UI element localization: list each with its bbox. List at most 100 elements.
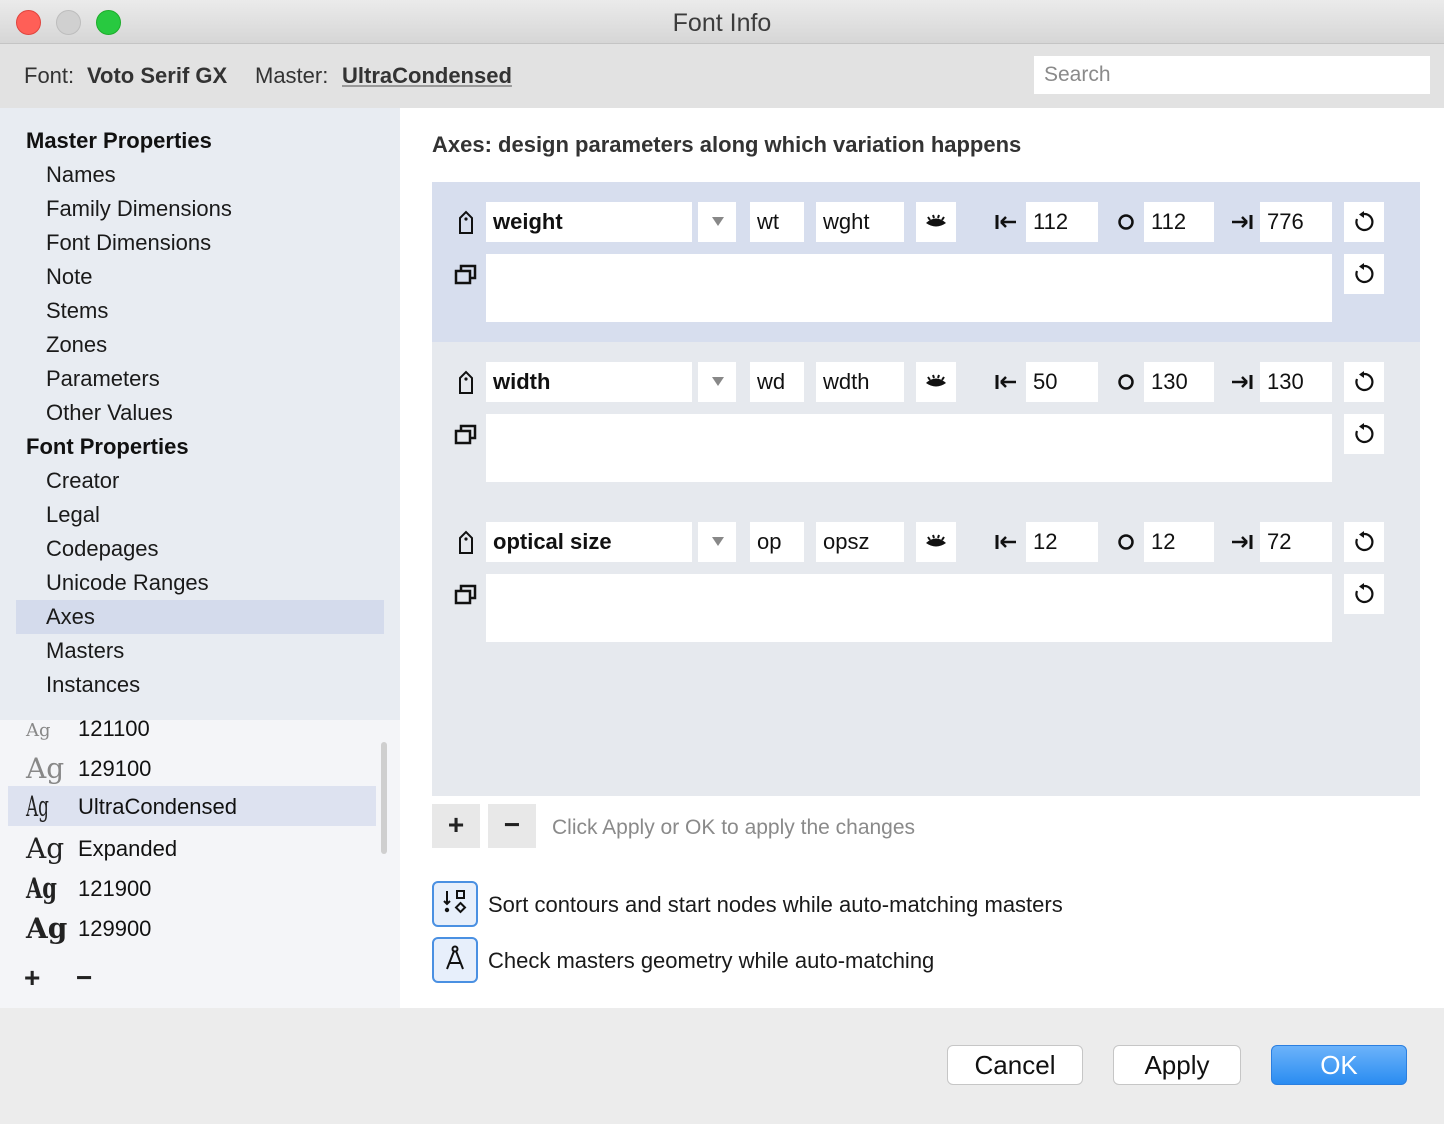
tag-icon	[446, 362, 486, 402]
apply-hint-text: Click Apply or OK to apply the changes	[552, 816, 916, 839]
master-name: 129100	[78, 756, 152, 781]
font-header-bar: Font: Voto Serif GX Master: UltraCondens…	[0, 44, 1444, 108]
sidebar-item-codepages[interactable]: Codepages	[16, 532, 384, 566]
compass-icon	[441, 944, 469, 977]
reset-description-icon[interactable]	[1344, 574, 1384, 614]
master-row[interactable]: Ag 129900	[8, 908, 376, 948]
reset-icon[interactable]	[1344, 522, 1384, 562]
axis-name-dropdown[interactable]	[698, 362, 736, 402]
axis-min-field[interactable]: 50	[1026, 362, 1098, 402]
axis-max-field[interactable]: 776	[1260, 202, 1332, 242]
font-label: Font:	[24, 63, 75, 88]
master-row[interactable]: Ag 121100	[8, 720, 376, 748]
sidebar-item-other-values[interactable]: Other Values	[16, 396, 384, 430]
sidebar-item-names[interactable]: Names	[16, 158, 384, 192]
master-name: 129900	[78, 916, 152, 941]
reset-icon[interactable]	[1344, 202, 1384, 242]
master-name: UltraCondensed	[78, 794, 237, 819]
sidebar-item-zones[interactable]: Zones	[16, 328, 384, 362]
axis-min-field[interactable]: 112	[1026, 202, 1098, 242]
sidebar-item-legal[interactable]: Legal	[16, 498, 384, 532]
window-title: Font Info	[672, 9, 772, 37]
apply-button[interactable]: Apply	[1113, 1045, 1241, 1085]
master-properties-heading: Master Properties	[26, 128, 212, 153]
sidebar-item-font-dimensions[interactable]: Font Dimensions	[16, 226, 384, 260]
master-row[interactable]: Ag Expanded	[8, 828, 376, 868]
localized-names-icon	[446, 574, 486, 614]
master-sample: Ag	[26, 832, 65, 865]
sidebar-item-parameters[interactable]: Parameters	[16, 362, 384, 396]
axis-name-dropdown[interactable]	[698, 202, 736, 242]
axis-min-field[interactable]: 12	[1026, 522, 1098, 562]
axis-description-field[interactable]	[486, 254, 1332, 322]
sidebar-item-unicode-ranges[interactable]: Unicode Ranges	[16, 566, 384, 600]
axis-default-field[interactable]: 130	[1144, 362, 1214, 402]
sort-contours-toggle[interactable]	[432, 881, 478, 927]
master-name: 121100	[78, 720, 150, 741]
axis-default-field[interactable]: 12	[1144, 522, 1214, 562]
font-properties-heading: Font Properties	[26, 434, 189, 459]
axis-row-optical-size[interactable]: optical size op opsz 12 12 72	[432, 502, 1420, 662]
master-name: 121900	[78, 876, 152, 901]
remove-axis-button[interactable]: −	[488, 804, 536, 848]
axis-name-dropdown[interactable]	[698, 522, 736, 562]
sidebar-item-creator[interactable]: Creator	[16, 464, 384, 498]
axis-row-width[interactable]: width wd wdth 50 130 130	[432, 342, 1420, 502]
cancel-button[interactable]: Cancel	[947, 1045, 1083, 1085]
master-row[interactable]: Ag 129100	[8, 748, 376, 788]
default-value-icon	[1106, 362, 1146, 402]
check-geometry-toggle[interactable]	[432, 937, 478, 983]
remove-master-button[interactable]: −	[76, 964, 92, 992]
master-sample: Ag	[26, 752, 65, 785]
sidebar-item-family-dimensions[interactable]: Family Dimensions	[16, 192, 384, 226]
axis-tag-field[interactable]: wght	[816, 202, 904, 242]
axis-short-name-field[interactable]: wd	[750, 362, 804, 402]
axis-max-field[interactable]: 130	[1260, 362, 1332, 402]
master-name: Expanded	[78, 836, 178, 861]
master-sample: Ag	[26, 912, 68, 945]
axis-tag-field[interactable]: wdth	[816, 362, 904, 402]
master-label: Master:	[255, 63, 329, 88]
search-input[interactable]	[1034, 56, 1430, 94]
master-sample: Ag	[26, 720, 51, 741]
localized-names-icon	[446, 414, 486, 454]
reset-description-icon[interactable]	[1344, 254, 1384, 294]
axis-name-field[interactable]: weight	[486, 202, 692, 242]
add-master-button[interactable]: +	[24, 964, 40, 992]
master-row[interactable]: Ag 121900	[8, 868, 376, 908]
tag-icon	[446, 522, 486, 562]
axis-default-field[interactable]: 112	[1144, 202, 1214, 242]
axis-description-field[interactable]	[486, 574, 1332, 642]
default-value-icon	[1106, 202, 1146, 242]
axis-name-field[interactable]: optical size	[486, 522, 692, 562]
sidebar: Master Properties Names Family Dimension…	[0, 108, 400, 720]
axis-short-name-field[interactable]: wt	[750, 202, 804, 242]
sidebar-item-instances[interactable]: Instances	[16, 668, 384, 702]
page-title: Axes: design parameters along which vari…	[432, 132, 1022, 157]
master-sample: Ag	[26, 872, 57, 905]
master-name-link[interactable]: UltraCondensed	[342, 63, 512, 89]
visibility-eye-icon[interactable]	[916, 202, 956, 242]
localized-names-icon	[446, 254, 486, 294]
axis-tag-field[interactable]: opsz	[816, 522, 904, 562]
sidebar-item-axes[interactable]: Axes	[16, 600, 384, 634]
axes-page: Axes: design parameters along which vari…	[400, 108, 1444, 1008]
axis-description-field[interactable]	[486, 414, 1332, 482]
ok-button[interactable]: OK	[1271, 1045, 1407, 1085]
masters-scrollbar[interactable]	[381, 742, 387, 854]
axis-row-weight[interactable]: weight wt wght 112 112 776	[432, 182, 1420, 342]
add-axis-button[interactable]: +	[432, 804, 480, 848]
axis-max-field[interactable]: 72	[1260, 522, 1332, 562]
master-row-selected[interactable]: Ag UltraCondensed	[8, 786, 376, 826]
reset-icon[interactable]	[1344, 362, 1384, 402]
sidebar-item-note[interactable]: Note	[16, 260, 384, 294]
sidebar-item-stems[interactable]: Stems	[16, 294, 384, 328]
minimum-value-icon	[986, 362, 1026, 402]
axis-short-name-field[interactable]: op	[750, 522, 804, 562]
visibility-eye-icon[interactable]	[916, 522, 956, 562]
axis-name-field[interactable]: width	[486, 362, 692, 402]
master-sample: Ag	[26, 790, 49, 823]
reset-description-icon[interactable]	[1344, 414, 1384, 454]
sidebar-item-masters[interactable]: Masters	[16, 634, 384, 668]
visibility-eye-icon[interactable]	[916, 362, 956, 402]
